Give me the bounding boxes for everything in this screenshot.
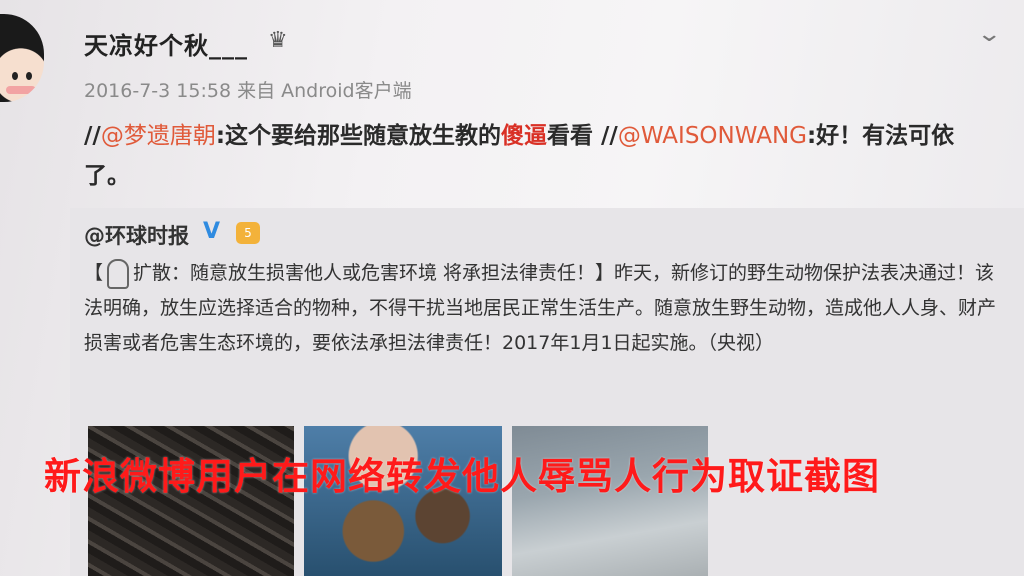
level-badge-icon: 5	[236, 222, 260, 244]
original-author[interactable]: @环球时报	[84, 220, 189, 250]
repost-text: //@梦遗唐朝:这个要给那些随意放生教的傻逼看看 //@WAISONWANG:好…	[84, 116, 994, 196]
username[interactable]: 天凉好个秋___	[84, 26, 248, 61]
mention-link[interactable]: @梦遗唐朝	[101, 123, 216, 149]
weibo-screen: 天凉好个秋___ ♛ ⌄ 2016-7-3 15:58 来自 Android客户…	[0, 0, 1024, 576]
original-body: 扩散：随意放生损害他人或危害环境 将承担法律责任！】昨天，新修订的野生动物保护法…	[84, 262, 997, 354]
original-post-text: 【扩散：随意放生损害他人或危害环境 将承担法律责任！】昨天，新修订的野生动物保护…	[84, 256, 996, 361]
overlay-caption: 新浪微博用户在网络转发他人辱骂人行为取证截图	[44, 455, 880, 498]
verified-icon: V	[203, 219, 221, 244]
crown-icon: ♛	[268, 28, 288, 53]
repost-seg: :这个要给那些随意放生教的	[215, 123, 502, 149]
post-meta: 2016-7-3 15:58 来自 Android客户端	[84, 76, 412, 103]
post-source: 来自 Android客户端	[237, 80, 412, 102]
timestamp: 2016-7-3 15:58	[84, 80, 232, 102]
bracket: 【	[84, 262, 104, 284]
avatar[interactable]	[0, 14, 44, 102]
highlighted-word: 傻逼	[501, 123, 548, 149]
microphone-icon	[107, 258, 130, 289]
repost-seg: 看看 //	[547, 123, 618, 149]
mention-link[interactable]: @WAISONWANG	[618, 123, 807, 149]
repost-seg: //	[84, 123, 101, 149]
chevron-down-icon[interactable]: ⌄	[976, 22, 1002, 47]
